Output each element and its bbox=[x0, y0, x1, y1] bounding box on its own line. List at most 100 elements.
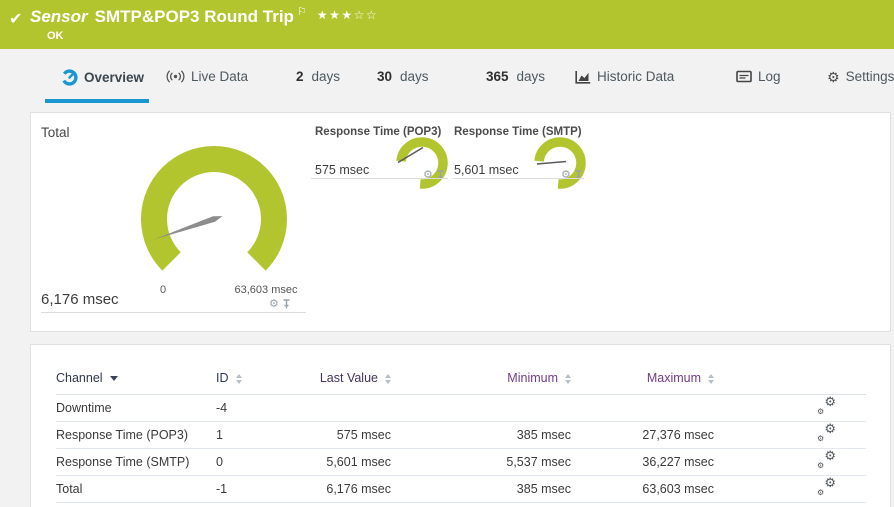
gear-icon[interactable]: ⚙ bbox=[561, 170, 571, 181]
gear-icon[interactable]: ⚙ bbox=[269, 299, 279, 310]
tab-live-data[interactable]: Live Data bbox=[166, 69, 248, 84]
cell-id: -1 bbox=[216, 475, 301, 503]
gauge-value-pop3: 575 msec bbox=[315, 163, 370, 177]
total-gauge bbox=[141, 146, 287, 271]
cell-maximum: 27,376 msec bbox=[571, 421, 714, 449]
gauge-tile-actions[interactable]: ⚙ bbox=[423, 170, 445, 181]
tab-label: Historic Data bbox=[597, 69, 675, 84]
pin-icon[interactable] bbox=[574, 170, 583, 181]
channel-table-panel: Channel ID Last Value Minimum Maximum Do… bbox=[30, 344, 891, 507]
sensor-page: ✔ Sensor SMTP&POP3 Round Trip ⚐ ★★★☆☆ OK… bbox=[0, 0, 894, 507]
gauge-min-label: 0 bbox=[159, 284, 167, 296]
table-header-row: Channel ID Last Value Minimum Maximum bbox=[56, 363, 866, 395]
pin-icon[interactable] bbox=[282, 299, 291, 310]
sensor-status-bar: ✔ Sensor SMTP&POP3 Round Trip ⚐ ★★★☆☆ OK bbox=[0, 0, 894, 49]
table-row: Response Time (POP3) 1 575 msec 385 msec… bbox=[56, 421, 866, 449]
smtp-gauge bbox=[534, 137, 586, 189]
area-chart-icon bbox=[575, 70, 591, 84]
broadcast-icon bbox=[166, 70, 185, 83]
gauge-max-label: 63,603 msec bbox=[234, 284, 298, 296]
gauge-title-total: Total bbox=[41, 125, 70, 140]
column-header-last-value[interactable]: Last Value bbox=[301, 363, 391, 395]
sort-desc-icon bbox=[109, 376, 118, 382]
channel-settings-icon[interactable]: ⚙ ⚙ bbox=[817, 422, 836, 443]
column-header-maximum[interactable]: Maximum bbox=[571, 363, 714, 395]
log-icon bbox=[736, 70, 752, 83]
channel-settings-icon[interactable]: ⚙ ⚙ bbox=[817, 395, 836, 416]
cell-minimum: 385 msec bbox=[391, 475, 571, 503]
cell-minimum bbox=[391, 394, 571, 422]
gear-icon[interactable]: ⚙ bbox=[423, 170, 433, 181]
cell-last-value: 575 msec bbox=[301, 421, 391, 449]
pop3-gauge bbox=[396, 137, 448, 189]
cell-id: 1 bbox=[216, 421, 301, 449]
star-rating[interactable]: ★★★☆☆ bbox=[317, 8, 378, 22]
tab-number: 30 bbox=[377, 69, 393, 84]
channel-settings-icon[interactable]: ⚙ ⚙ bbox=[817, 449, 836, 470]
active-tab-underline bbox=[45, 99, 149, 103]
tab-historic-data[interactable]: Historic Data bbox=[575, 69, 674, 84]
sort-icon bbox=[565, 373, 571, 384]
gauge-value-total: 6,176 msec bbox=[41, 291, 119, 308]
sensor-kind-label: Sensor bbox=[30, 7, 88, 26]
tab-overview[interactable]: Overview bbox=[61, 69, 144, 86]
tab-number: 365 bbox=[486, 69, 509, 84]
sort-icon bbox=[235, 373, 242, 384]
sensor-title: SMTP&POP3 Round Trip bbox=[94, 7, 294, 26]
table-row: Total -1 6,176 msec 385 msec 63,603 msec… bbox=[56, 475, 866, 503]
cell-id: -4 bbox=[216, 394, 301, 422]
column-header-channel[interactable]: Channel bbox=[56, 363, 216, 395]
priority-flag-icon[interactable]: ⚐ bbox=[297, 5, 307, 18]
cell-channel: Total bbox=[56, 475, 216, 503]
cell-maximum bbox=[571, 394, 714, 422]
cell-channel: Response Time (POP3) bbox=[56, 421, 216, 449]
cell-minimum: 385 msec bbox=[391, 421, 571, 449]
tab-label: Live Data bbox=[191, 69, 249, 84]
cell-id: 0 bbox=[216, 448, 301, 476]
cell-maximum: 63,603 msec bbox=[571, 475, 714, 503]
tab-label: days bbox=[516, 69, 546, 84]
column-header-id[interactable]: ID bbox=[216, 363, 301, 395]
channel-table: Channel ID Last Value Minimum Maximum Do… bbox=[56, 363, 866, 503]
divider bbox=[41, 312, 306, 313]
cell-maximum: 36,227 msec bbox=[571, 448, 714, 476]
pin-icon[interactable] bbox=[436, 170, 445, 181]
ok-check-icon: ✔ bbox=[9, 11, 23, 28]
column-header-minimum[interactable]: Minimum bbox=[391, 363, 571, 395]
cell-minimum: 5,537 msec bbox=[391, 448, 571, 476]
tab-label: days bbox=[400, 69, 429, 84]
gauge-icon bbox=[61, 69, 78, 86]
overview-gauges-panel: Total 0 63,603 msec 6,176 msec ⚙ Respons… bbox=[30, 112, 891, 332]
cell-channel: Downtime bbox=[56, 394, 216, 422]
channel-settings-icon[interactable]: ⚙ ⚙ bbox=[817, 476, 836, 497]
tab-label: Settings bbox=[845, 69, 894, 84]
table-row: Response Time (SMTP) 0 5,601 msec 5,537 … bbox=[56, 448, 866, 476]
gauge-tile-actions[interactable]: ⚙ bbox=[269, 299, 291, 310]
tab-log[interactable]: Log bbox=[736, 69, 781, 84]
divider bbox=[453, 178, 584, 179]
cell-last-value: 6,176 msec bbox=[301, 475, 391, 503]
cell-channel: Response Time (SMTP) bbox=[56, 448, 216, 476]
sort-icon bbox=[708, 373, 714, 384]
gauge-tile-actions[interactable]: ⚙ bbox=[561, 170, 583, 181]
sensor-status-text: OK bbox=[47, 30, 64, 42]
sensor-title-line: Sensor SMTP&POP3 Round Trip ⚐ ★★★☆☆ bbox=[30, 5, 378, 27]
divider bbox=[311, 178, 448, 179]
gauge-value-smtp: 5,601 msec bbox=[454, 163, 519, 177]
gear-icon: ⚙ bbox=[827, 68, 840, 85]
tab-label: days bbox=[311, 69, 341, 84]
tab-365-days[interactable]: 365 days bbox=[486, 69, 545, 84]
tab-30-days[interactable]: 30 days bbox=[377, 69, 429, 84]
sort-icon bbox=[385, 373, 391, 384]
tab-2-days[interactable]: 2 days bbox=[296, 69, 340, 84]
tab-number: 2 bbox=[296, 69, 304, 84]
cell-last-value: 5,601 msec bbox=[301, 448, 391, 476]
tab-settings[interactable]: ⚙ Settings bbox=[827, 69, 894, 84]
table-row: Downtime -4 ⚙ ⚙ bbox=[56, 394, 866, 422]
gauge-arc bbox=[141, 146, 287, 271]
tab-label: Log bbox=[758, 69, 781, 84]
cell-last-value bbox=[301, 394, 391, 422]
column-header-actions bbox=[714, 363, 866, 395]
gauge-needle bbox=[536, 160, 567, 165]
tab-label: Overview bbox=[84, 70, 145, 85]
